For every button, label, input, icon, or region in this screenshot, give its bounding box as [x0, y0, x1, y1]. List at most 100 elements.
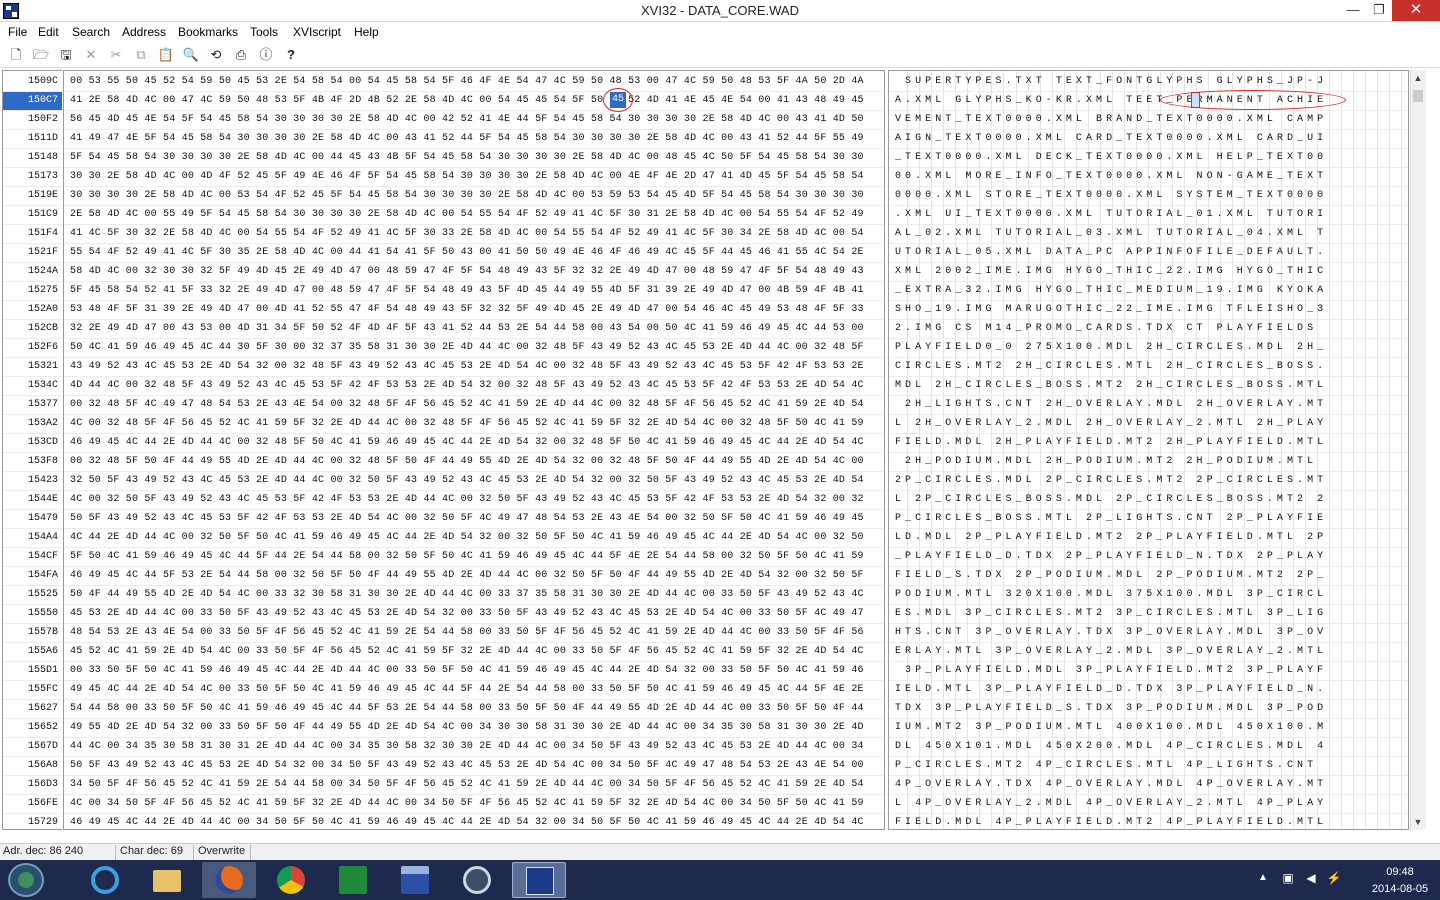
ascii-row[interactable]: FIELD.MDL 2H_PLAYFIELD.MT2 2H_PLAYFIELD.…: [889, 434, 1408, 453]
hex-row[interactable]: 4D 44 4C 00 32 48 5F 43 49 52 43 4C 45 5…: [64, 377, 884, 396]
copy-icon[interactable]: ⧉: [132, 46, 150, 64]
ascii-row[interactable]: PODIUM.MTL 320X100.MDL 375X100.MDL 3P_CI…: [889, 586, 1408, 605]
ascii-row[interactable]: LD.MDL 2P_PLAYFIELD.MT2 2P_PLAYFIELD.MTL…: [889, 529, 1408, 548]
hex-row[interactable]: 50 5F 43 49 52 43 4C 45 53 2E 4D 54 32 0…: [64, 757, 884, 776]
volume-icon[interactable]: ◀: [1303, 871, 1319, 887]
hex-row[interactable]: 4C 00 34 50 5F 4F 56 45 52 4C 41 59 5F 3…: [64, 795, 884, 814]
ascii-row[interactable]: _TEXT0000.XML DECK_TEXT0000.XML HELP_TEX…: [889, 149, 1408, 168]
taskbar-firefox[interactable]: [202, 862, 256, 898]
ascii-row[interactable]: .XML UI_TEXT0000.XML TUTORIAL_01.XML TUT…: [889, 206, 1408, 225]
ascii-row[interactable]: L 4P_OVERLAY_2.MDL 4P_OVERLAY_2.MTL 4P_P…: [889, 795, 1408, 814]
scroll-up-arrow-icon[interactable]: ▲: [1410, 70, 1426, 86]
paste-icon[interactable]: 📋: [157, 46, 175, 64]
ascii-row[interactable]: P_CIRCLES.MT2 4P_CIRCLES.MTL 4P_LIGHTS.C…: [889, 757, 1408, 776]
ascii-row[interactable]: DL 450X101.MDL 450X200.MDL 4P_CIRCLES.MD…: [889, 738, 1408, 757]
hex-row[interactable]: 41 2E 58 4D 4C 00 47 4C 59 50 48 53 5F 4…: [64, 92, 884, 111]
hex-row[interactable]: 50 4F 44 49 55 4D 2E 4D 54 4C 00 33 32 3…: [64, 586, 884, 605]
cut-icon[interactable]: ✂: [107, 46, 125, 64]
network-icon[interactable]: ▣: [1280, 871, 1296, 887]
clock-date[interactable]: 2014-08-05: [1360, 883, 1440, 895]
ascii-row[interactable]: SUPERTYPES.TXT TEXT_FONTGLYPHS GLYPHS_JP…: [889, 73, 1408, 92]
hex-row[interactable]: 32 50 5F 43 49 52 43 4C 45 53 2E 4D 44 4…: [64, 472, 884, 491]
ascii-row[interactable]: HTS.CNT 3P_OVERLAY.TDX 3P_OVERLAY.MDL 3P…: [889, 624, 1408, 643]
hex-row[interactable]: 30 30 30 30 2E 58 4D 4C 00 53 54 4F 52 4…: [64, 187, 884, 206]
taskbar-chrome[interactable]: [264, 862, 318, 898]
hex-row[interactable]: 48 54 53 2E 43 4E 54 00 33 50 5F 4F 56 4…: [64, 624, 884, 643]
ascii-row[interactable]: _EXTRA_32.IMG HYGO_THIC_MEDIUM_19.IMG KY…: [889, 282, 1408, 301]
ascii-row[interactable]: PLAYFIELD0_0 275X100.MDL 2H_CIRCLES.MDL …: [889, 339, 1408, 358]
hex-row[interactable]: 2E 58 4D 4C 00 55 49 5F 54 45 58 54 30 3…: [64, 206, 884, 225]
ascii-row[interactable]: AL_02.XML TUTORIAL_03.XML TUTORIAL_04.XM…: [889, 225, 1408, 244]
ascii-row[interactable]: 0000.XML STORE_TEXT0000.XML SYSTEM_TEXT0…: [889, 187, 1408, 206]
help-icon[interactable]: ?: [282, 46, 300, 64]
ascii-row[interactable]: IELD.MTL 3P_PLAYFIELD_D.TDX 3P_PLAYFIELD…: [889, 681, 1408, 700]
ascii-row[interactable]: TDX 3P_PLAYFIELD_S.TDX 3P_PODIUM.MDL 3P_…: [889, 700, 1408, 719]
save-disk-icon[interactable]: 🖫: [57, 46, 75, 64]
hex-row[interactable]: 55 54 4F 52 49 41 4C 5F 30 35 2E 58 4D 4…: [64, 244, 884, 263]
find-icon[interactable]: 🔍: [182, 46, 200, 64]
ascii-row[interactable]: 2.IMG CS M14_PROMO_CARDS.TDX CT PLAYFIEL…: [889, 320, 1408, 339]
find-replace-icon[interactable]: ⟲: [207, 46, 225, 64]
ascii-row[interactable]: 2H_LIGHTS.CNT 2H_OVERLAY.MDL 2H_OVERLAY.…: [889, 396, 1408, 415]
ascii-row[interactable]: IUM.MT2 3P_PODIUM.MTL 400X100.MDL 450X10…: [889, 719, 1408, 738]
ascii-row[interactable]: P_CIRCLES_BOSS.MTL 2P_LIGHTS.CNT 2P_PLAY…: [889, 510, 1408, 529]
hex-row[interactable]: 53 48 4F 5F 31 39 2E 49 4D 47 00 4D 41 5…: [64, 301, 884, 320]
menu-address[interactable]: Address: [122, 25, 166, 39]
menu-tools[interactable]: Tools: [250, 25, 278, 39]
open-folder-icon[interactable]: 🗁: [32, 46, 50, 64]
hex-row[interactable]: 5F 45 58 54 52 41 5F 33 32 2E 49 4D 47 0…: [64, 282, 884, 301]
maximize-button[interactable]: ❐: [1364, 0, 1394, 21]
hex-row[interactable]: 00 33 50 5F 50 4C 41 59 46 49 45 4C 44 2…: [64, 662, 884, 681]
ascii-row[interactable]: 4P_OVERLAY.TDX 4P_OVERLAY.MDL 4P_OVERLAY…: [889, 776, 1408, 795]
hex-row[interactable]: 58 4D 4C 00 32 30 30 32 5F 49 4D 45 2E 4…: [64, 263, 884, 282]
hex-row[interactable]: 4C 44 2E 4D 44 4C 00 32 50 5F 50 4C 41 5…: [64, 529, 884, 548]
power-icon[interactable]: ⚡: [1326, 871, 1342, 887]
close-x-icon[interactable]: ✕: [82, 46, 100, 64]
ascii-row[interactable]: CIRCLES.MT2 2H_CIRCLES.MTL 2H_CIRCLES_BO…: [889, 358, 1408, 377]
taskbar-steam[interactable]: [450, 862, 504, 898]
menu-xviscript[interactable]: XVIscript: [293, 25, 341, 39]
taskbar-excel[interactable]: [326, 862, 380, 898]
start-button[interactable]: [8, 863, 44, 897]
hex-row[interactable]: 46 49 45 4C 44 2E 4D 44 4C 00 32 48 5F 5…: [64, 434, 884, 453]
vertical-scrollbar[interactable]: [1410, 70, 1426, 830]
ascii-row[interactable]: ERLAY.MTL 3P_OVERLAY_2.MDL 3P_OVERLAY_2.…: [889, 643, 1408, 662]
hex-row[interactable]: 49 55 4D 2E 4D 54 32 00 33 50 5F 50 4F 4…: [64, 719, 884, 738]
hex-row[interactable]: 45 53 2E 4D 44 4C 00 33 50 5F 43 49 52 4…: [64, 605, 884, 624]
hex-row[interactable]: 5F 54 45 58 54 30 30 30 30 2E 58 4D 4C 0…: [64, 149, 884, 168]
ascii-row[interactable]: AIGN_TEXT0000.XML CARD_TEXT0000.XML CARD…: [889, 130, 1408, 149]
hex-row[interactable]: 56 45 4D 45 4E 54 5F 54 45 58 54 30 30 3…: [64, 111, 884, 130]
menu-search[interactable]: Search: [72, 25, 110, 39]
ascii-row[interactable]: SHO_19.IMG MARUGOTHIC_22_IME.IMG TFLEISH…: [889, 301, 1408, 320]
hex-row[interactable]: 4C 00 32 50 5F 43 49 52 43 4C 45 53 5F 4…: [64, 491, 884, 510]
hex-row[interactable]: 4C 00 32 48 5F 4F 56 45 52 4C 41 59 5F 3…: [64, 415, 884, 434]
info-icon[interactable]: ⓘ: [257, 46, 275, 64]
ascii-row[interactable]: XML 2002_IME.IMG HYGO_THIC_22.IMG HYGO_T…: [889, 263, 1408, 282]
hex-row[interactable]: 00 32 48 5F 50 4F 44 49 55 4D 2E 4D 44 4…: [64, 453, 884, 472]
hex-row[interactable]: 46 49 45 4C 44 2E 4D 44 4C 00 34 50 5F 5…: [64, 814, 884, 829]
taskbar-file-explorer[interactable]: [140, 862, 194, 898]
print-icon[interactable]: ⎙: [232, 46, 250, 64]
hex-row[interactable]: 46 49 45 4C 44 5F 53 2E 54 44 58 00 32 5…: [64, 567, 884, 586]
ascii-row[interactable]: _PLAYFIELD_D.TDX 2P_PLAYFIELD_N.TDX 2P_P…: [889, 548, 1408, 567]
ascii-row[interactable]: FIELD.MDL 4P_PLAYFIELD.MT2 4P_PLAYFIELD.…: [889, 814, 1408, 829]
hex-row[interactable]: 00 32 48 5F 4C 49 47 48 54 53 2E 43 4E 5…: [64, 396, 884, 415]
hex-row[interactable]: 30 30 2E 58 4D 4C 00 4D 4F 52 45 5F 49 4…: [64, 168, 884, 187]
hex-row[interactable]: 00 53 55 50 45 52 54 59 50 45 53 2E 54 5…: [64, 73, 884, 92]
hex-row[interactable]: 34 50 5F 4F 56 45 52 4C 41 59 2E 54 44 5…: [64, 776, 884, 795]
menu-bookmarks[interactable]: Bookmarks: [178, 25, 238, 39]
hex-row[interactable]: 54 44 58 00 33 50 5F 50 4C 41 59 46 49 4…: [64, 700, 884, 719]
menu-help[interactable]: Help: [354, 25, 379, 39]
hex-row[interactable]: 45 52 4C 41 59 2E 4D 54 4C 00 33 50 5F 4…: [64, 643, 884, 662]
close-button[interactable]: ✕: [1392, 0, 1440, 21]
hex-pane[interactable]: 00 53 55 50 45 52 54 59 50 45 53 2E 54 5…: [63, 70, 885, 830]
ascii-row[interactable]: ES.MDL 3P_CIRCLES.MT2 3P_CIRCLES.MTL 3P_…: [889, 605, 1408, 624]
clock-time[interactable]: 09:48: [1378, 866, 1422, 878]
ascii-row[interactable]: 00.XML MORE_INFO_TEXT0000.XML NON-GAME_T…: [889, 168, 1408, 187]
ascii-row[interactable]: VEMENT_TEXT0000.XML BRAND_TEXT0000.XML C…: [889, 111, 1408, 130]
ascii-row[interactable]: UTORIAL_05.XML DATA_PC APPINFOFILE_DEFAU…: [889, 244, 1408, 263]
ascii-pane[interactable]: SUPERTYPES.TXT TEXT_FONTGLYPHS GLYPHS_JP…: [888, 70, 1409, 830]
hex-row[interactable]: 41 49 47 4E 5F 54 45 58 54 30 30 30 30 2…: [64, 130, 884, 149]
hex-row[interactable]: 41 4C 5F 30 32 2E 58 4D 4C 00 54 55 54 4…: [64, 225, 884, 244]
ascii-row[interactable]: L 2P_CIRCLES_BOSS.MDL 2P_CIRCLES_BOSS.MT…: [889, 491, 1408, 510]
